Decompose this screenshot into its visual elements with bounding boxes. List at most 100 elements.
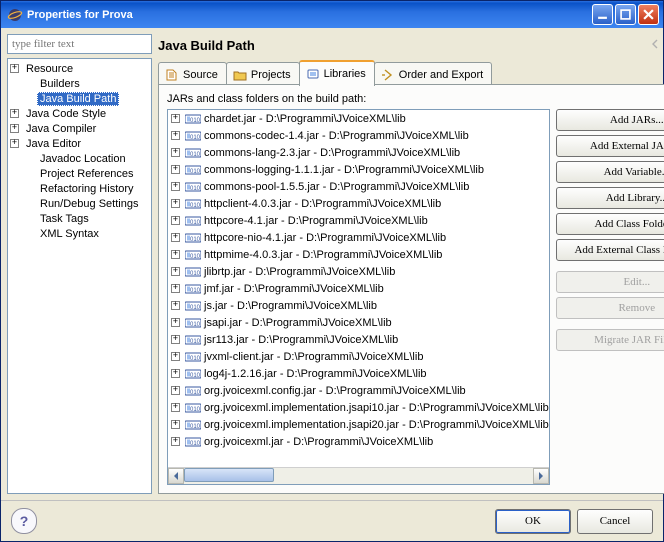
expand-icon[interactable]: +	[171, 437, 180, 446]
tab-icon	[233, 68, 247, 82]
expand-icon[interactable]: +	[171, 216, 180, 225]
expand-icon[interactable]: +	[171, 165, 180, 174]
tree-spacer	[24, 154, 33, 163]
scroll-left-icon[interactable]	[168, 468, 184, 484]
tab-libraries[interactable]: Libraries	[299, 60, 375, 86]
jar-icon: 010	[185, 368, 201, 380]
tree-item[interactable]: Javadoc Location	[8, 151, 151, 166]
jar-item[interactable]: +010org.jvoicexml.config.jar - D:\Progra…	[168, 382, 549, 399]
tab-projects[interactable]: Projects	[226, 62, 300, 84]
cancel-button[interactable]: Cancel	[577, 509, 653, 534]
add-external-jars-button[interactable]: Add External JARs...	[556, 135, 664, 157]
tree-item[interactable]: +Java Editor	[8, 136, 151, 151]
jar-item[interactable]: +010js.jar - D:\Programmi\JVoiceXML\lib	[168, 297, 549, 314]
expand-icon[interactable]: +	[171, 267, 180, 276]
expand-icon[interactable]: +	[171, 352, 180, 361]
expand-icon[interactable]: +	[171, 114, 180, 123]
expand-icon[interactable]: +	[171, 318, 180, 327]
jar-item[interactable]: +010jvxml-client.jar - D:\Programmi\JVoi…	[168, 348, 549, 365]
jar-item[interactable]: +010org.jvoicexml.implementation.jsapi20…	[168, 416, 549, 433]
jar-item[interactable]: +010commons-pool-1.5.5.jar - D:\Programm…	[168, 178, 549, 195]
jar-item[interactable]: +010jsapi.jar - D:\Programmi\JVoiceXML\l…	[168, 314, 549, 331]
expand-icon[interactable]: +	[171, 335, 180, 344]
jar-item[interactable]: +010httpcore-4.1.jar - D:\Programmi\JVoi…	[168, 212, 549, 229]
jar-item[interactable]: +010commons-lang-2.3.jar - D:\Programmi\…	[168, 144, 549, 161]
jar-item[interactable]: +010chardet.jar - D:\Programmi\JVoiceXML…	[168, 110, 549, 127]
tree-item[interactable]: Task Tags	[8, 211, 151, 226]
expand-icon[interactable]: +	[171, 284, 180, 293]
expand-icon[interactable]: +	[171, 199, 180, 208]
expand-icon[interactable]: +	[171, 148, 180, 157]
jar-item[interactable]: +010log4j-1.2.16.jar - D:\Programmi\JVoi…	[168, 365, 549, 382]
expand-icon[interactable]: +	[171, 386, 180, 395]
expand-icon[interactable]: +	[171, 250, 180, 259]
help-button[interactable]: ?	[11, 508, 37, 534]
migrate-jar-button[interactable]: Migrate JAR File...	[556, 329, 664, 351]
tab-source[interactable]: Source	[158, 62, 227, 84]
jar-item[interactable]: +010commons-codec-1.4.jar - D:\Programmi…	[168, 127, 549, 144]
expand-icon[interactable]: +	[171, 420, 180, 429]
jar-item-label: org.jvoicexml.implementation.jsapi10.jar…	[204, 402, 549, 414]
expand-icon[interactable]: +	[171, 131, 180, 140]
jar-item[interactable]: +010commons-logging-1.1.1.jar - D:\Progr…	[168, 161, 549, 178]
edit-button[interactable]: Edit...	[556, 271, 664, 293]
expand-icon[interactable]: +	[171, 403, 180, 412]
svg-text:010: 010	[190, 288, 201, 294]
jar-item[interactable]: +010jmf.jar - D:\Programmi\JVoiceXML\lib	[168, 280, 549, 297]
jar-icon: 010	[185, 215, 201, 227]
scroll-right-icon[interactable]	[533, 468, 549, 484]
tree-item-label: Run/Debug Settings	[37, 197, 141, 211]
tree-item[interactable]: +Java Code Style	[8, 106, 151, 121]
minimize-button[interactable]	[592, 4, 613, 25]
scroll-track[interactable]	[184, 468, 533, 484]
add-library-button[interactable]: Add Library...	[556, 187, 664, 209]
expand-icon[interactable]: +	[171, 301, 180, 310]
jar-item[interactable]: +010httpmime-4.0.3.jar - D:\Programmi\JV…	[168, 246, 549, 263]
jar-list[interactable]: +010chardet.jar - D:\Programmi\JVoiceXML…	[167, 109, 550, 485]
expand-icon[interactable]: +	[171, 233, 180, 242]
tab-order-and-export[interactable]: Order and Export	[374, 62, 492, 84]
expand-icon[interactable]: +	[10, 109, 19, 118]
category-tree[interactable]: +ResourceBuildersJava Build Path+Java Co…	[7, 58, 152, 494]
tree-item[interactable]: +Java Compiler	[8, 121, 151, 136]
filter-input[interactable]	[7, 34, 152, 54]
svg-text:010: 010	[190, 237, 201, 243]
expand-icon[interactable]: +	[10, 124, 19, 133]
tree-item[interactable]: Project References	[8, 166, 151, 181]
jar-item[interactable]: +010org.jvoicexml.implementation.jsapi10…	[168, 399, 549, 416]
titlebar[interactable]: Properties for Prova	[1, 1, 663, 28]
horizontal-scrollbar[interactable]	[168, 467, 549, 484]
tree-item[interactable]: Run/Debug Settings	[8, 196, 151, 211]
jar-item-label: httpmime-4.0.3.jar - D:\Programmi\JVoice…	[204, 249, 442, 261]
jar-item[interactable]: +010org.jvoicexml.jar - D:\Programmi\JVo…	[168, 433, 549, 450]
jar-item[interactable]: +010httpcore-nio-4.1.jar - D:\Programmi\…	[168, 229, 549, 246]
close-button[interactable]	[638, 4, 659, 25]
expand-icon[interactable]: +	[171, 369, 180, 378]
scroll-thumb[interactable]	[184, 468, 274, 482]
jar-icon: 010	[185, 334, 201, 346]
remove-button[interactable]: Remove	[556, 297, 664, 319]
add-class-folder-button[interactable]: Add Class Folder...	[556, 213, 664, 235]
add-variable-button[interactable]: Add Variable...	[556, 161, 664, 183]
expand-icon[interactable]: +	[10, 139, 19, 148]
jar-icon: 010	[185, 385, 201, 397]
back-icon[interactable]	[651, 38, 663, 53]
tree-item[interactable]: Refactoring History	[8, 181, 151, 196]
tree-item[interactable]: XML Syntax	[8, 226, 151, 241]
right-panel: Java Build Path SourceProjectsLibrariesO…	[158, 34, 664, 494]
tree-item[interactable]: Builders	[8, 76, 151, 91]
jar-item[interactable]: +010httpclient-4.0.3.jar - D:\Programmi\…	[168, 195, 549, 212]
tree-item-label: Project References	[37, 167, 137, 181]
svg-text:010: 010	[190, 271, 201, 277]
add-jars-button[interactable]: Add JARs...	[556, 109, 664, 131]
expand-icon[interactable]: +	[10, 64, 19, 73]
add-external-class-folder-button[interactable]: Add External Class Folder...	[556, 239, 664, 261]
jar-item[interactable]: +010jlibrtp.jar - D:\Programmi\JVoiceXML…	[168, 263, 549, 280]
tree-item[interactable]: +Resource	[8, 61, 151, 76]
maximize-button[interactable]	[615, 4, 636, 25]
expand-icon[interactable]: +	[171, 182, 180, 191]
tree-item[interactable]: Java Build Path	[8, 91, 151, 106]
jar-item[interactable]: +010jsr113.jar - D:\Programmi\JVoiceXML\…	[168, 331, 549, 348]
svg-text:010: 010	[190, 135, 201, 141]
ok-button[interactable]: OK	[495, 509, 571, 534]
